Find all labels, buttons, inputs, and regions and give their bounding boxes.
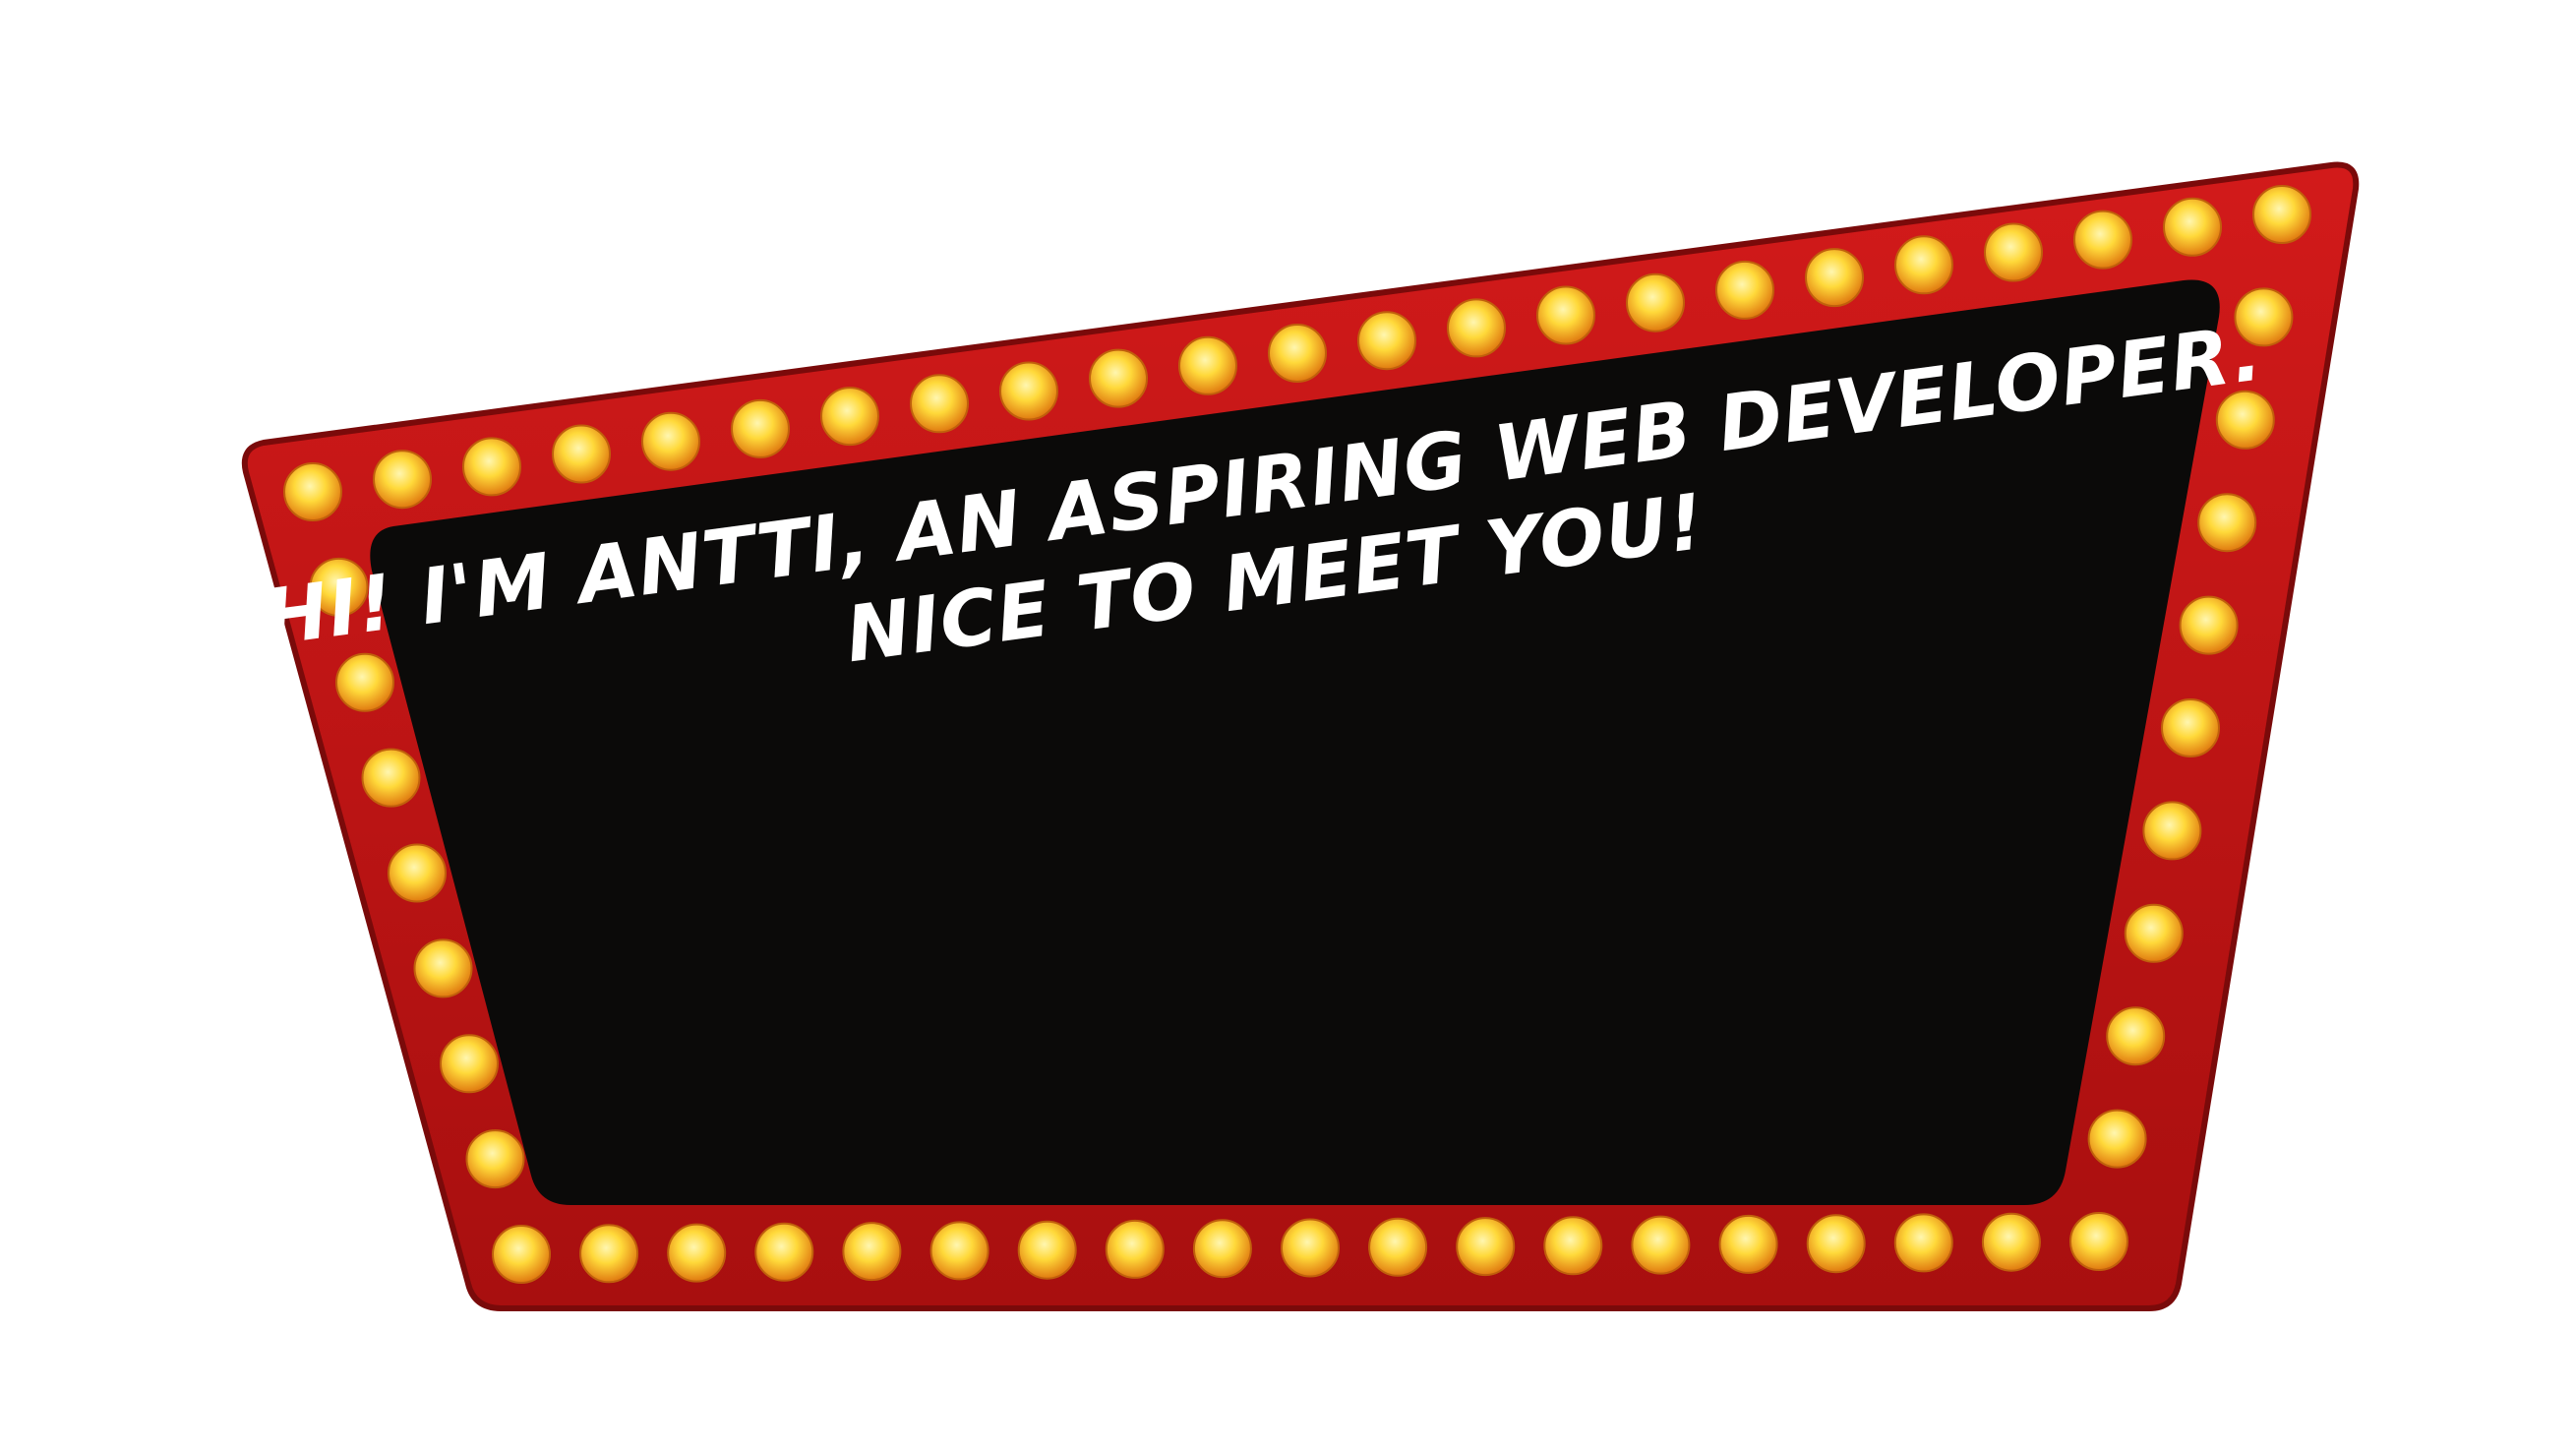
- light-bulb-icon: [373, 450, 432, 510]
- light-bulb-icon: [731, 398, 790, 458]
- light-bulb-icon: [2087, 1109, 2147, 1169]
- light-bulb-icon: [754, 1222, 814, 1282]
- light-bulb-icon: [641, 411, 700, 471]
- light-bulb-icon: [1178, 335, 1237, 395]
- light-bulb-icon: [2124, 903, 2184, 963]
- light-bulb-icon: [2073, 210, 2132, 270]
- light-bulb-icon: [1626, 272, 1685, 332]
- light-bulb-icon: [667, 1223, 727, 1283]
- light-bulb-icon: [465, 1129, 525, 1189]
- light-bulb-icon: [2252, 185, 2311, 244]
- light-bulb-icon: [413, 938, 473, 998]
- light-bulb-icon: [1984, 222, 2043, 282]
- light-bulb-icon: [1543, 1216, 1603, 1276]
- light-bulb-icon: [335, 652, 394, 712]
- light-bulb-icon: [1894, 235, 1953, 295]
- light-bulb-icon: [999, 361, 1058, 421]
- light-bulb-icon: [2197, 493, 2257, 553]
- light-bulb-icon: [1805, 248, 1864, 308]
- light-bulb-icon: [1017, 1220, 1077, 1280]
- marquee-sign: HI! I'M ANTTI, AN ASPIRING WEB DEVELOPER…: [241, 161, 2360, 1311]
- light-bulb-icon: [1447, 298, 1506, 358]
- light-bulb-icon: [1718, 1214, 1778, 1274]
- light-bulb-icon: [2161, 698, 2220, 757]
- light-bulb-icon: [1268, 324, 1327, 383]
- light-bulb-icon: [283, 462, 342, 521]
- light-bulb-icon: [440, 1034, 499, 1094]
- light-bulb-icon: [1357, 311, 1416, 371]
- light-bulb-icon: [842, 1222, 902, 1282]
- light-bulb-icon: [1536, 285, 1595, 345]
- marquee-stage: HI! I'M ANTTI, AN ASPIRING WEB DEVELOPER…: [0, 0, 2576, 1450]
- light-bulb-icon: [579, 1224, 639, 1284]
- light-bulb-icon: [2163, 197, 2222, 257]
- light-bulb-icon: [1981, 1212, 2041, 1272]
- light-bulb-icon: [2069, 1212, 2128, 1271]
- light-bulb-icon: [1368, 1217, 1428, 1277]
- light-bulb-icon: [388, 843, 447, 903]
- light-bulb-icon: [2106, 1006, 2166, 1066]
- light-bulb-icon: [1456, 1217, 1516, 1277]
- light-bulb-icon: [2179, 595, 2239, 655]
- light-bulb-icon: [361, 748, 421, 808]
- light-bulb-icon: [1893, 1213, 1953, 1273]
- light-bulb-icon: [552, 424, 611, 484]
- light-bulb-icon: [1715, 260, 1774, 320]
- light-bulb-icon: [1089, 348, 1148, 408]
- light-bulb-icon: [820, 387, 879, 447]
- light-bulb-icon: [1192, 1219, 1252, 1279]
- light-bulb-icon: [1631, 1215, 1691, 1275]
- light-bulb-icon: [1806, 1214, 1866, 1274]
- light-bulb-icon: [1281, 1218, 1340, 1278]
- light-bulb-icon: [492, 1225, 551, 1284]
- light-bulb-icon: [462, 437, 521, 497]
- light-bulb-icon: [929, 1221, 989, 1281]
- light-bulb-icon: [2142, 801, 2202, 861]
- light-bulb-icon: [1105, 1219, 1165, 1279]
- light-bulb-icon: [910, 374, 969, 434]
